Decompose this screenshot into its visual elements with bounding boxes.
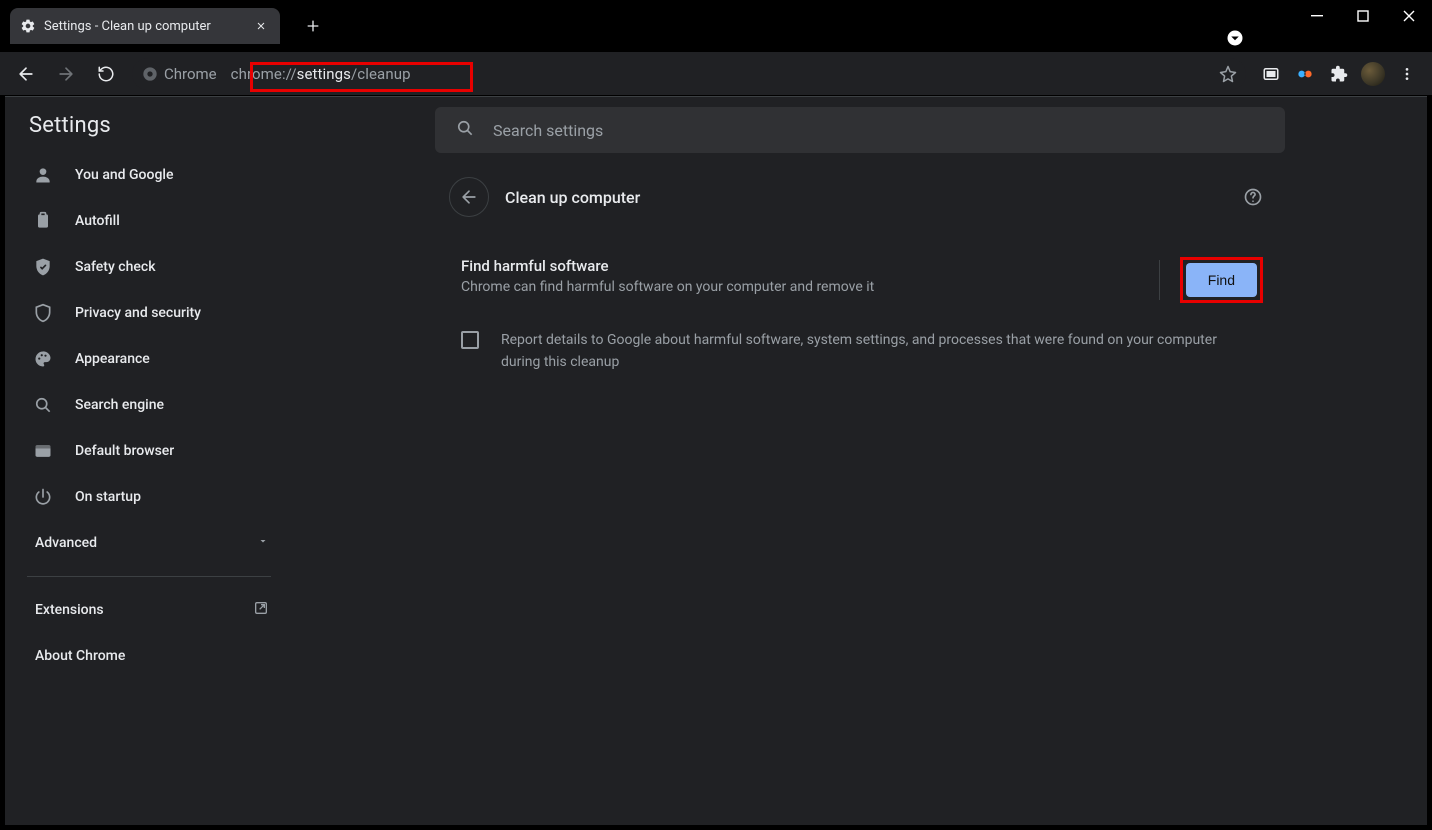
- chrome-origin-chip: Chrome: [142, 65, 231, 83]
- sidebar-separator: [27, 576, 271, 577]
- find-button-highlight-annotation: Find: [1180, 257, 1263, 303]
- sidebar-item-search-engine[interactable]: Search engine: [5, 382, 293, 428]
- nav-forward-button[interactable]: [48, 56, 84, 92]
- sidebar-item-label: Autofill: [75, 213, 120, 229]
- find-harmful-subtext: Chrome can find harmful software on your…: [461, 279, 874, 295]
- sidebar-item-extensions[interactable]: Extensions: [5, 587, 293, 633]
- toolbar-badge-icon[interactable]: [1223, 26, 1247, 50]
- power-icon: [33, 487, 53, 507]
- page-title: Clean up computer: [505, 188, 1219, 207]
- report-checkbox[interactable]: [461, 331, 479, 349]
- sidebar-item-autofill[interactable]: Autofill: [5, 198, 293, 244]
- tab-title: Settings - Clean up computer: [44, 19, 244, 34]
- cast-icon[interactable]: [1254, 57, 1288, 91]
- find-harmful-heading: Find harmful software: [461, 257, 874, 275]
- sidebar-item-label: Extensions: [35, 602, 104, 618]
- sidebar-item-about-chrome[interactable]: About Chrome: [5, 633, 293, 679]
- browser-tab[interactable]: Settings - Clean up computer: [10, 8, 280, 44]
- sidebar-advanced-toggle[interactable]: Advanced: [5, 520, 293, 566]
- divider: [1159, 260, 1160, 300]
- open-external-icon: [253, 600, 269, 620]
- browser-window-icon: [33, 441, 53, 461]
- sidebar-item-on-startup[interactable]: On startup: [5, 474, 293, 520]
- clipboard-icon: [33, 211, 53, 231]
- gear-icon: [20, 18, 36, 34]
- sidebar-item-label: Appearance: [75, 351, 150, 367]
- shield-icon: [33, 303, 53, 323]
- chrome-menu-button[interactable]: [1390, 57, 1424, 91]
- nav-back-button[interactable]: [8, 56, 44, 92]
- sidebar-item-label: Default browser: [75, 443, 174, 459]
- chrome-icon: [142, 66, 158, 82]
- address-bar[interactable]: Chrome chrome://settings/cleanup: [132, 58, 1246, 90]
- sidebar-item-label: You and Google: [75, 167, 173, 183]
- settings-title: Settings: [5, 113, 293, 152]
- address-url: chrome://settings/cleanup: [231, 65, 1210, 83]
- person-icon: [33, 165, 53, 185]
- help-button[interactable]: [1235, 179, 1271, 215]
- sidebar-item-label: Search engine: [75, 397, 164, 413]
- sidebar-item-label: About Chrome: [35, 648, 125, 664]
- sidebar-item-safety-check[interactable]: Safety check: [5, 244, 293, 290]
- profile-avatar[interactable]: [1356, 57, 1390, 91]
- sidebar-item-appearance[interactable]: Appearance: [5, 336, 293, 382]
- chrome-chip-label: Chrome: [164, 65, 217, 83]
- sidebar-item-default-browser[interactable]: Default browser: [5, 428, 293, 474]
- sidebar-item-label: Privacy and security: [75, 305, 201, 321]
- search-icon: [33, 395, 53, 415]
- shield-check-icon: [33, 257, 53, 277]
- close-tab-button[interactable]: [252, 17, 270, 35]
- settings-search-input[interactable]: Search settings: [435, 107, 1285, 153]
- sidebar-item-privacy-security[interactable]: Privacy and security: [5, 290, 293, 336]
- extensions-puzzle-icon[interactable]: [1322, 57, 1356, 91]
- search-placeholder: Search settings: [493, 121, 603, 140]
- sidebar-item-you-and-google[interactable]: You and Google: [5, 152, 293, 198]
- sidebar-advanced-label: Advanced: [35, 535, 97, 551]
- search-icon: [455, 118, 475, 142]
- find-button[interactable]: Find: [1186, 263, 1257, 297]
- bookmark-star-button[interactable]: [1210, 56, 1246, 92]
- window-maximize-button[interactable]: [1340, 0, 1386, 32]
- new-tab-button[interactable]: [298, 11, 328, 41]
- window-minimize-button[interactable]: [1294, 0, 1340, 32]
- palette-icon: [33, 349, 53, 369]
- nav-reload-button[interactable]: [88, 56, 124, 92]
- report-description: Report details to Google about harmful s…: [501, 329, 1231, 373]
- chevron-down-icon: [257, 535, 269, 551]
- window-close-button[interactable]: [1386, 0, 1432, 32]
- sidebar-item-label: Safety check: [75, 259, 156, 275]
- page-back-button[interactable]: [449, 177, 489, 217]
- extension-glasses-icon[interactable]: [1288, 57, 1322, 91]
- sidebar-item-label: On startup: [75, 489, 141, 505]
